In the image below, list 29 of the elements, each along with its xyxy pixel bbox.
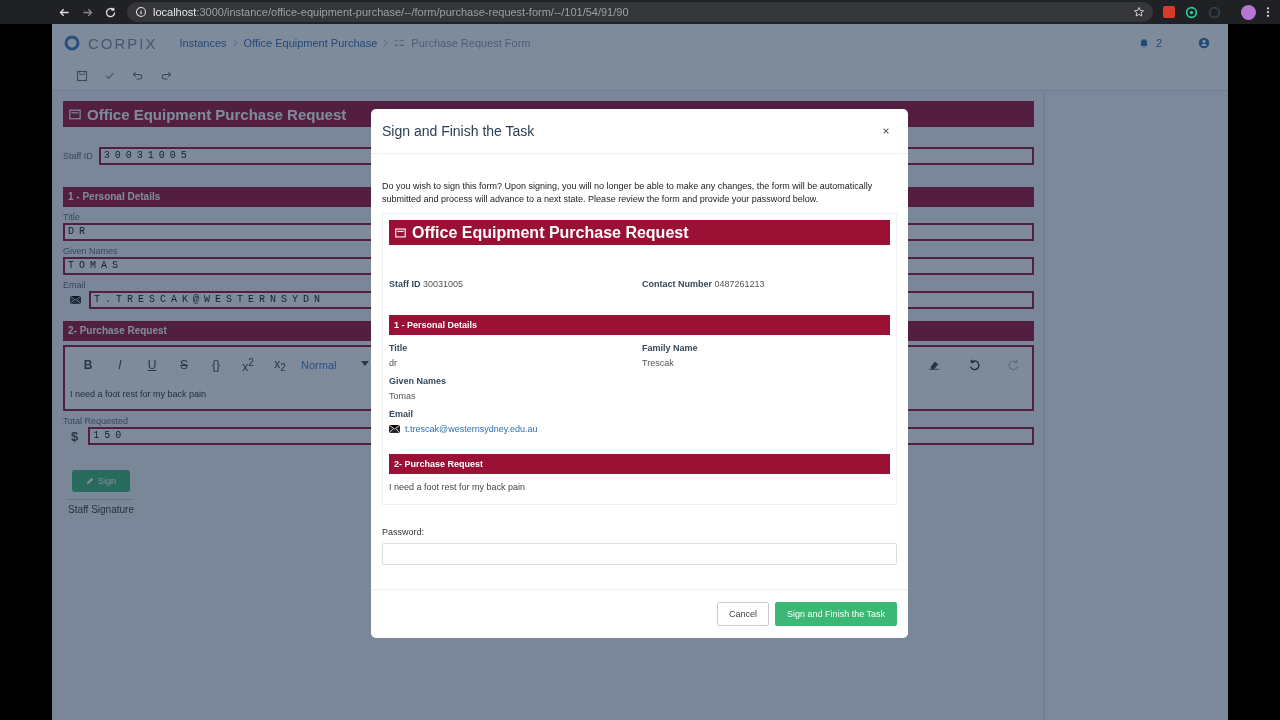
field-value: dr [389,358,397,368]
logo-text: CORPIX [88,34,158,52]
password-label: Password: [382,527,426,537]
request-text: I need a foot rest for my back pain [389,482,527,492]
field-value: Tomas [389,391,416,401]
field-label: Staff ID [63,151,93,161]
field-value: 30031005 [423,279,464,289]
section-header: 2- Purchase Request [389,454,890,474]
field-label: Email [63,280,86,290]
field-label: Contact Number [642,279,712,289]
form-title: Office Equipment Purchase Request [412,223,689,242]
field-label: Family Name [642,343,699,353]
field-label: Email [389,409,414,419]
form-title: Office Equipment Purchase Request [87,105,347,123]
editor-text: I need a foot rest for my back pain [70,389,207,399]
field-value: Trescak [642,358,674,368]
signature-caption: Staff Signature [68,499,134,515]
notification-count: 2 [1155,37,1162,49]
field-value: 0487261213 [714,279,765,289]
field-label: Given Names [389,376,448,386]
field-label: Given Names [63,246,118,256]
currency-sign: $ [71,428,79,444]
field-label: Title [389,343,409,353]
url-text: localhost:3000/instance/office-equipment-purchase/--/form/purchase-request-form/--/101/54/91/90 [153,6,630,18]
field-label: Staff ID [389,279,421,289]
field-label: Title [63,212,80,222]
field-label: Total Requested [63,416,129,426]
section-header: 1 - Personal Details [389,315,890,335]
modal-title: Sign and Finish the Task [382,123,535,139]
